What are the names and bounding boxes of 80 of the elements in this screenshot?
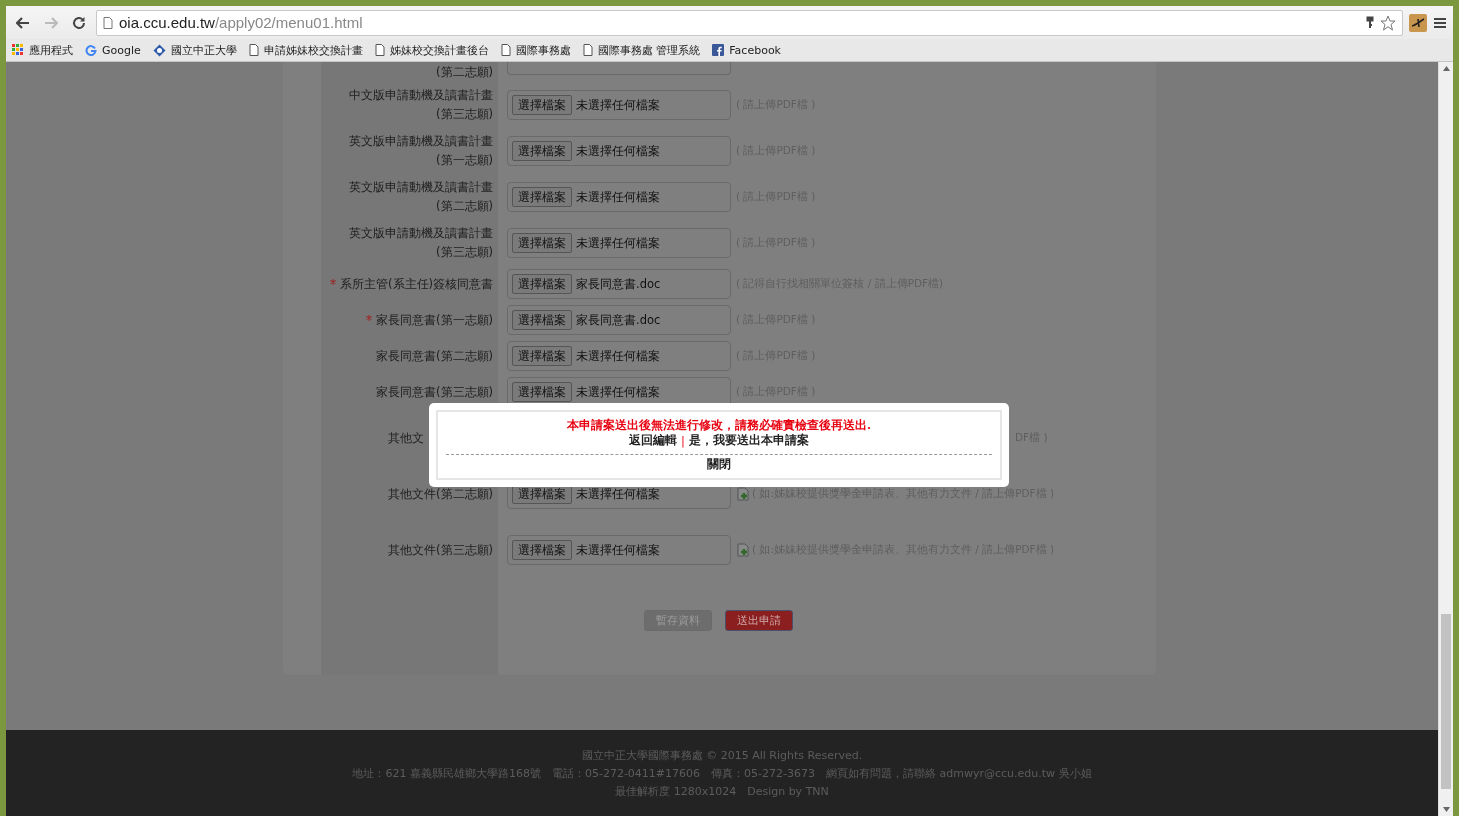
close-link[interactable]: 關閉 (707, 457, 731, 472)
file-field[interactable]: 選擇檔案 未選擇任何檔案 (507, 228, 731, 258)
extension-icon[interactable] (1409, 13, 1427, 32)
field-label: 中文版申請動機及讀書計畫 (第三志願) (349, 87, 493, 123)
file-name: 家長同意書.doc (576, 312, 661, 328)
bookmark[interactable]: Google (85, 43, 141, 57)
page-icon (248, 44, 259, 56)
key-icon (1366, 16, 1374, 29)
field-label: (第二志願) (436, 63, 493, 81)
menu-icon[interactable] (1433, 16, 1447, 29)
file-field[interactable]: 選擇檔案 未選擇任何檔案 (507, 341, 731, 371)
bookmark[interactable]: 國際事務處 管理系統 (582, 42, 701, 58)
choose-file-button[interactable]: 選擇檔案 (512, 310, 572, 330)
emblem-icon (152, 43, 166, 57)
bookmark[interactable]: 國立中正大學 (152, 42, 237, 58)
scroll-up-icon[interactable] (1442, 66, 1450, 71)
choose-file-button[interactable]: 選擇檔案 (512, 233, 572, 253)
file-field[interactable]: 選擇檔案 家長同意書.doc (507, 269, 731, 299)
bookmark[interactable]: 姊妹校交換計畫後台 (374, 42, 489, 58)
page-icon (103, 16, 113, 29)
forward-arrow-icon (44, 16, 58, 29)
scroll-down-icon[interactable] (1442, 807, 1450, 812)
file-field[interactable]: 選擇檔案 家長同意書.doc (507, 305, 731, 335)
choose-file-button[interactable]: 選擇檔案 (512, 382, 572, 402)
file-field[interactable]: 選擇檔案 未選擇任何檔案 (507, 182, 731, 212)
file-field[interactable]: 選擇檔案 未選擇任何檔案 (507, 90, 731, 120)
file-name: 家長同意書.doc (576, 276, 661, 292)
back-to-edit-link[interactable]: 返回編輯 (629, 433, 678, 448)
file-name: 未選擇任何檔案 (576, 486, 660, 502)
warning-message: 本申請案送出後無法進行修改，請務必確實檢查後再送出. (567, 418, 871, 433)
google-logo-icon (85, 44, 97, 56)
facebook-icon (712, 44, 725, 56)
file-name: 未選擇任何檔案 (576, 348, 660, 364)
choose-file-button[interactable]: 選擇檔案 (512, 141, 572, 161)
submit-button[interactable]: 送出申請 (725, 610, 793, 631)
bookmark[interactable]: Facebook (712, 43, 781, 57)
choose-file-button[interactable]: 選擇檔案 (512, 540, 572, 560)
choose-file-button[interactable]: 選擇檔案 (512, 274, 572, 294)
file-field[interactable]: 選擇檔案 未選擇任何檔案 (507, 535, 731, 565)
add-document-icon (736, 543, 750, 557)
field-label: 家長同意書(第一志願) (376, 311, 493, 329)
confirm-submit-link[interactable]: 是，我要送出本申請案 (688, 433, 809, 448)
scroll-thumb[interactable] (1441, 614, 1451, 789)
address-bar[interactable]: oia.ccu.edu.tw/apply02/menu01.html (96, 9, 1403, 36)
field-label: 家長同意書(第三志願) (376, 383, 493, 401)
scrollbar[interactable] (1438, 62, 1453, 816)
file-name: 未選擇任何檔案 (576, 143, 660, 159)
bookmark[interactable]: 申請姊妹校交換計畫 (248, 42, 363, 58)
file-name: 未選擇任何檔案 (576, 189, 660, 205)
back-arrow-icon (16, 16, 30, 29)
file-name: 未選擇任何檔案 (576, 235, 660, 251)
add-document-icon (736, 487, 750, 501)
field-label: 系所主管(系主任)簽核同意書 (340, 275, 493, 293)
required-asterisk-icon (330, 279, 336, 285)
field-label: 其他文件(第二志願) (388, 485, 493, 503)
field-label: 其他文件(第三志願) (388, 541, 493, 559)
field-label: 家長同意書(第二志願) (376, 347, 493, 365)
choose-file-button[interactable]: 選擇檔案 (512, 187, 572, 207)
bookmark[interactable]: 應用程式 (12, 42, 73, 58)
page-icon (582, 44, 593, 56)
bookmark[interactable]: 國際事務處 (500, 42, 571, 58)
url-path: /apply02/menu01.html (214, 14, 364, 31)
required-asterisk-icon (366, 315, 372, 321)
choose-file-button[interactable]: 選擇檔案 (512, 95, 572, 115)
file-name: 未選擇任何檔案 (576, 542, 660, 558)
page-icon (500, 44, 511, 56)
file-name: 未選擇任何檔案 (576, 384, 660, 400)
url-host: oia.ccu.edu.tw (119, 14, 215, 31)
link-separator: | (681, 433, 685, 448)
page-icon (374, 44, 385, 56)
star-icon[interactable] (1380, 14, 1396, 31)
file-name: 未選擇任何檔案 (576, 97, 660, 113)
file-field[interactable]: 選擇檔案 未選擇任何檔案 (507, 136, 731, 166)
field-label: 其他文 (388, 429, 424, 447)
field-label: 英文版申請動機及讀書計畫 (第一志願) (349, 133, 493, 169)
apps-grid-icon (12, 44, 24, 56)
field-label: 英文版申請動機及讀書計畫 (第二志願) (349, 179, 493, 215)
choose-file-button[interactable]: 選擇檔案 (512, 346, 572, 366)
field-label: 英文版申請動機及讀書計畫 (第三志願) (349, 225, 493, 261)
reload-icon (72, 15, 86, 30)
